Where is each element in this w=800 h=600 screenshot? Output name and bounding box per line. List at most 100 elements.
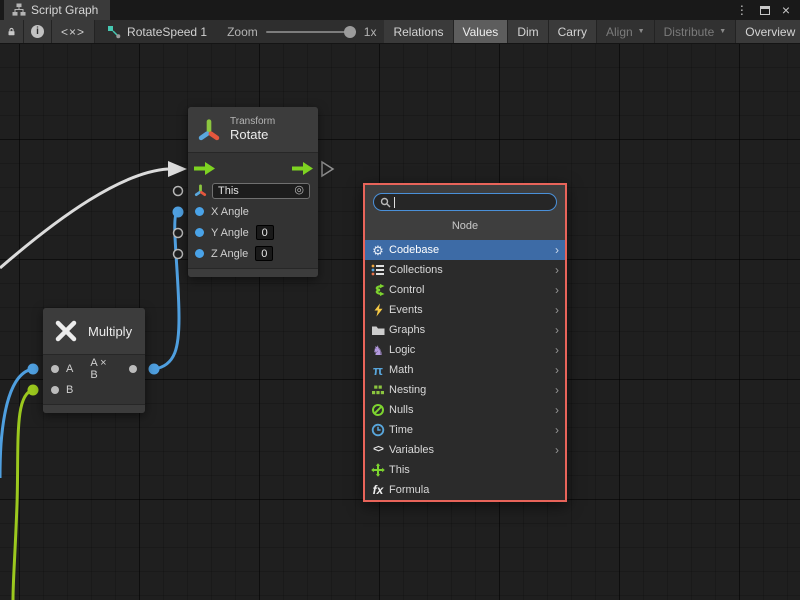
finder-item-graphs[interactable]: Graphs › (365, 320, 565, 340)
zoom-label: Zoom (227, 25, 258, 39)
button-label: Align (606, 25, 633, 39)
values-button[interactable]: Values (454, 20, 509, 43)
graph-breadcrumb[interactable]: RotateSpeed 1 (95, 20, 219, 43)
code-view-button[interactable]: <×> (52, 20, 95, 43)
this-object-field[interactable]: This ◎ (212, 183, 310, 199)
y-angle-value-field[interactable]: 0 (256, 225, 274, 240)
finder-item-nulls[interactable]: Nulls › (365, 400, 565, 420)
multiply-node-header[interactable]: Multiply (43, 308, 145, 355)
chevron-right-icon: › (555, 324, 559, 336)
z-angle-value-field[interactable]: 0 (255, 246, 273, 261)
finder-item-this[interactable]: This (365, 460, 565, 480)
multiply-node[interactable]: Multiply A A × B B (43, 308, 145, 413)
b-input-port[interactable] (51, 386, 59, 394)
zoom-slider[interactable] (266, 31, 356, 33)
button-label: Distribute (664, 25, 715, 39)
chevron-right-icon: › (555, 304, 559, 316)
window-tab-bar: Script Graph ⋮ × (0, 0, 800, 20)
this-field-value: This (218, 185, 239, 197)
finder-item-collections[interactable]: Collections › (365, 260, 565, 280)
knight-icon: ♞ (370, 344, 386, 357)
multiply-b-edge-port[interactable] (28, 385, 39, 396)
button-label: Carry (558, 25, 587, 39)
finder-item-variables[interactable]: <> Variables › (365, 440, 565, 460)
finder-item-logic[interactable]: ♞ Logic › (365, 340, 565, 360)
rotate-x-edge-port[interactable] (173, 207, 184, 218)
result-label: A × B (90, 357, 114, 381)
multiply-a-edge-port[interactable] (28, 364, 39, 375)
object-picker-icon[interactable]: ◎ (294, 185, 304, 196)
multiply-result-edge-port[interactable] (149, 364, 160, 375)
maximize-icon[interactable] (760, 6, 770, 15)
finder-item-label: Math (389, 364, 413, 376)
finder-item-label: Formula (389, 484, 429, 496)
chevron-right-icon: › (555, 404, 559, 416)
chevron-right-icon: › (555, 244, 559, 256)
lock-button[interactable] (0, 20, 24, 43)
text-cursor (394, 197, 395, 208)
zoom-value: 1x (364, 25, 377, 39)
distribute-button[interactable]: Distribute ▼ (655, 20, 737, 43)
dropdown-arrow-icon: ▼ (638, 28, 645, 35)
dropdown-arrow-icon: ▼ (719, 28, 726, 35)
rotate-z-row: Z Angle 0 (188, 243, 318, 264)
rotate-node[interactable]: Transform Rotate (188, 107, 318, 277)
a-input-port[interactable] (51, 365, 59, 373)
finder-item-label: Control (389, 284, 424, 296)
script-graph-tab[interactable]: Script Graph (4, 0, 110, 20)
overview-button[interactable]: Overview (736, 20, 800, 43)
multiply-a-row: A A × B (43, 358, 145, 379)
flow-out-arrow-icon[interactable] (291, 162, 313, 175)
carry-button[interactable]: Carry (549, 20, 597, 43)
finder-search-input[interactable] (373, 193, 557, 211)
zoom-control: Zoom 1x (219, 20, 384, 43)
control-flow-icon (370, 283, 386, 297)
z-angle-port[interactable] (195, 249, 204, 258)
finder-item-label: Nesting (389, 384, 426, 396)
y-angle-port[interactable] (195, 228, 204, 237)
relations-button[interactable]: Relations (384, 20, 453, 43)
finder-item-nesting[interactable]: Nesting › (365, 380, 565, 400)
value-wire-green-in (13, 390, 33, 600)
dim-button[interactable]: Dim (508, 20, 548, 43)
rotate-node-header[interactable]: Transform Rotate (188, 107, 318, 153)
align-button[interactable]: Align ▼ (597, 20, 655, 43)
finder-item-label: Events (389, 304, 423, 316)
finder-item-control[interactable]: Control › (365, 280, 565, 300)
finder-item-time[interactable]: Time › (365, 420, 565, 440)
close-icon[interactable]: × (782, 3, 790, 17)
rotate-z-edge-port[interactable] (174, 250, 183, 259)
transform-icon (196, 117, 222, 143)
nesting-icon (370, 383, 386, 397)
rotate-this-edge-port[interactable] (174, 187, 183, 196)
gear-icon: ⚙ (370, 244, 386, 257)
lightning-icon (370, 303, 386, 317)
flow-wire (0, 169, 168, 268)
rotate-flow-out-edge-port[interactable] (322, 162, 333, 176)
folder-icon (370, 323, 386, 337)
result-output-port[interactable] (129, 365, 137, 373)
list-icon (370, 263, 386, 277)
finder-item-label: Graphs (389, 324, 425, 336)
chevron-right-icon: › (555, 264, 559, 276)
kebab-menu-icon[interactable]: ⋮ (736, 4, 748, 16)
chevron-right-icon: › (555, 444, 559, 456)
x-angle-port[interactable] (195, 207, 204, 216)
finder-item-math[interactable]: π Math › (365, 360, 565, 380)
rotate-this-row: This ◎ (188, 180, 318, 201)
finder-item-label: Variables (389, 444, 434, 456)
graph-breadcrumb-icon (107, 25, 121, 39)
finder-item-codebase[interactable]: ⚙ Codebase › (365, 240, 565, 260)
multiply-b-row: B (43, 379, 145, 400)
graph-canvas[interactable]: Transform Rotate (0, 44, 800, 600)
flow-in-arrow-icon[interactable] (193, 162, 215, 175)
finder-item-label: Logic (389, 344, 415, 356)
rotate-y-edge-port[interactable] (174, 229, 183, 238)
lock-icon (7, 25, 16, 38)
finder-item-events[interactable]: Events › (365, 300, 565, 320)
chevron-right-icon: › (555, 344, 559, 356)
info-button[interactable]: i (24, 20, 52, 43)
info-icon: i (31, 25, 44, 38)
zoom-slider-handle[interactable] (344, 26, 356, 38)
finder-item-formula[interactable]: fx Formula (365, 480, 565, 500)
